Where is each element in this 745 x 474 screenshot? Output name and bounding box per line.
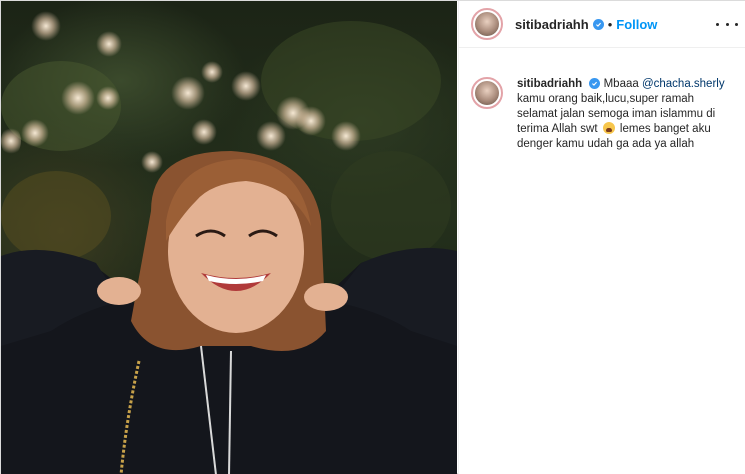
post-side-panel: siti​badriahh • Follow siti​badriahh Mba… [458, 1, 745, 474]
caption-text-start: Mbaaa [603, 78, 642, 90]
verified-badge-icon [589, 78, 601, 89]
verified-badge-icon [592, 18, 604, 30]
avatar[interactable] [471, 8, 503, 40]
more-options-icon[interactable] [716, 15, 738, 33]
post-photo[interactable] [1, 1, 457, 474]
mention-link[interactable]: @chacha.sherly [642, 78, 725, 90]
separator-dot: • [607, 16, 613, 32]
caption: siti​badriahh Mbaaa @chacha.sherly kamu … [471, 77, 739, 152]
woman-smiling [1, 151, 457, 474]
follow-button[interactable]: Follow [616, 17, 657, 32]
post-header: siti​badriahh • Follow [459, 1, 745, 48]
caption-username-link[interactable]: siti​badriahh [517, 78, 582, 90]
crying-emoji-icon [602, 122, 615, 134]
avatar[interactable] [471, 77, 503, 109]
username-link[interactable]: siti​badriahh [515, 17, 589, 32]
caption-text: siti​badriahh Mbaaa @chacha.sherly kamu … [517, 77, 731, 152]
instagram-post: siti​badriahh • Follow siti​badriahh Mba… [0, 0, 745, 474]
